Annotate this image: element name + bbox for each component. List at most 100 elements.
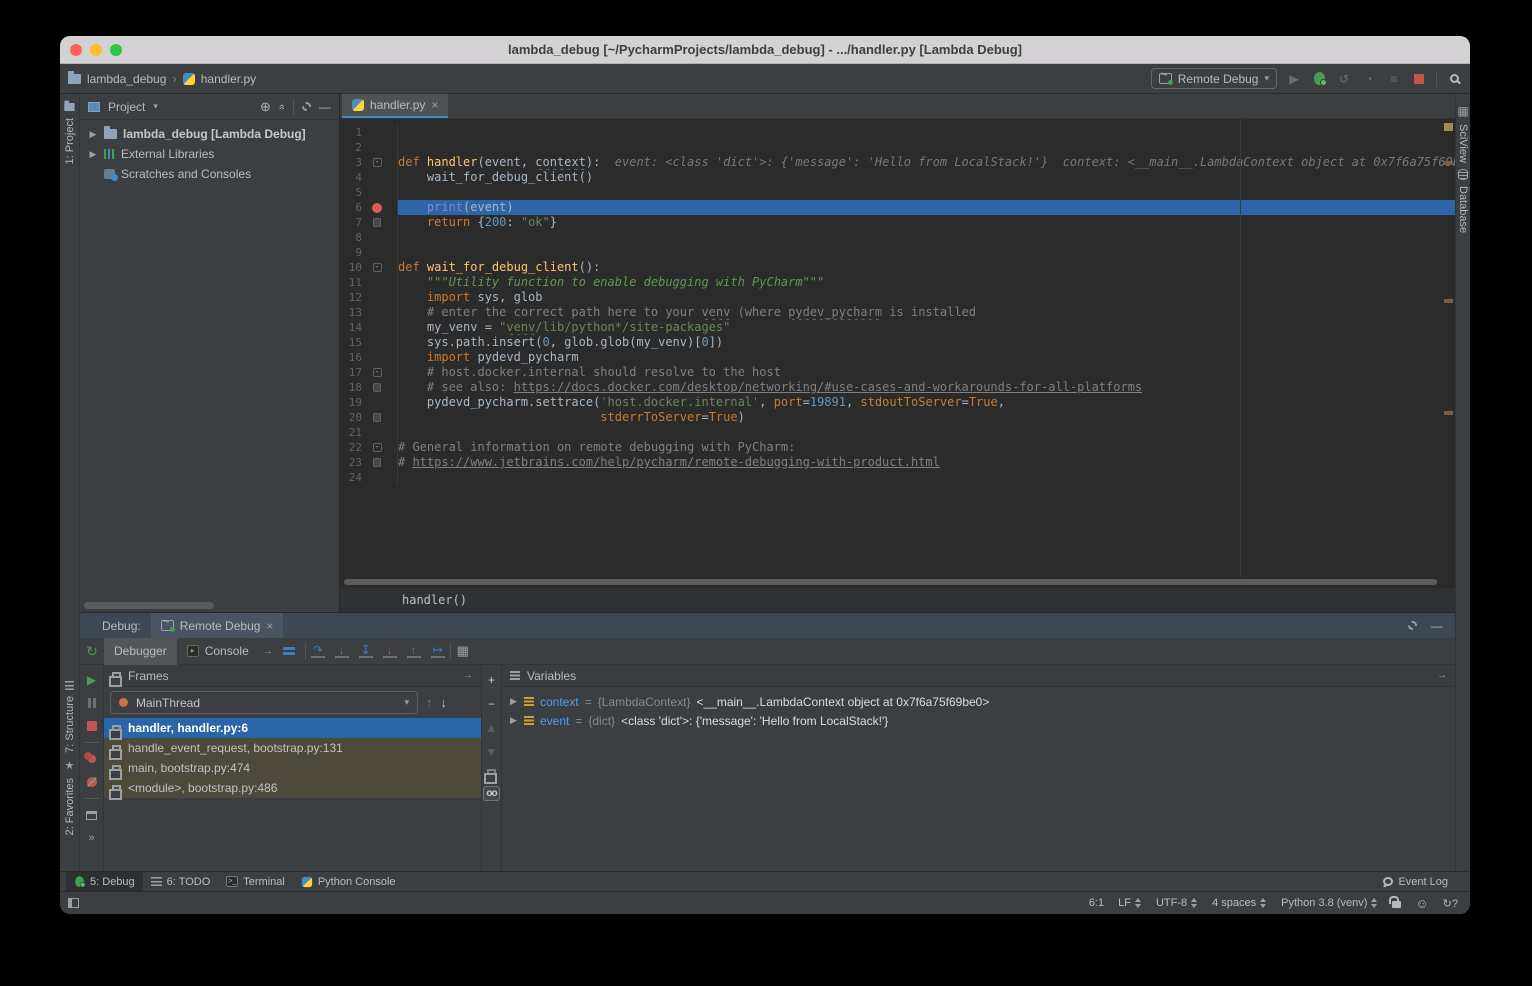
move-up-button[interactable]: ▲ — [486, 721, 498, 735]
open-console-mini-icon[interactable]: → — [263, 646, 273, 657]
code-area[interactable]: 123-def handler(event, context): event: … — [340, 119, 1455, 577]
toolwindow-button-terminal[interactable]: >_Terminal — [218, 872, 293, 892]
gutter-line-17[interactable]: 17- — [340, 365, 398, 380]
fold-open-icon[interactable]: - — [373, 443, 382, 452]
gutter-line-21[interactable]: 21 — [340, 425, 398, 440]
project-panel-title[interactable]: Project — [108, 100, 145, 114]
step-into-my-code-icon[interactable]: ↓ — [383, 644, 397, 658]
gutter-line-18[interactable]: 18 — [340, 380, 398, 395]
expand-chevron-icon[interactable]: ▶ — [510, 696, 518, 707]
variable-row-0[interactable]: ▶context={LambdaContext}<__main__.Lambda… — [502, 692, 1455, 711]
step-into-icon[interactable]: ↓ — [335, 644, 349, 658]
gutter-line-24[interactable]: 24 — [340, 470, 398, 485]
search-everywhere-button[interactable] — [1446, 71, 1462, 87]
debug-session-tab[interactable]: Remote Debug × — [151, 613, 284, 638]
fold-open-icon[interactable]: - — [373, 263, 382, 272]
run-configuration-select[interactable]: Remote Debug ▾ — [1151, 68, 1277, 89]
toggle-tool-windows-button[interactable] — [68, 898, 79, 908]
debug-tab-debugger[interactable]: Debugger — [104, 638, 177, 665]
tree-chevron-icon[interactable]: ▶ — [88, 129, 98, 140]
pause-button[interactable] — [84, 696, 100, 710]
view-breakpoints-grid-button[interactable]: ▦ — [456, 645, 470, 657]
status-item-4[interactable]: Python 3.8 (venv) — [1281, 897, 1378, 909]
tree-chevron-icon[interactable]: ▶ — [88, 149, 98, 160]
tool-stripe-favorites[interactable]: ★ 2: Favorites — [64, 759, 76, 841]
lock-button[interactable] — [1392, 896, 1401, 911]
fold-marker-icon[interactable] — [373, 383, 381, 392]
step-over-icon[interactable]: ↷ — [311, 644, 325, 658]
run-with-button[interactable]: ≡ — [1386, 71, 1402, 87]
frame-row-1[interactable]: handle_event_request, bootstrap.py:131 — [104, 738, 481, 758]
status-item-1[interactable]: LF — [1118, 897, 1142, 909]
editor-hscrollbar-thumb[interactable] — [344, 579, 1437, 585]
project-tree-item-2[interactable]: Scratches and Consoles — [80, 164, 339, 184]
tool-stripe-database[interactable]: Database — [1457, 169, 1469, 239]
gear-icon[interactable] — [1408, 621, 1417, 630]
gutter-line-10[interactable]: 10- — [340, 260, 398, 275]
project-tree-item-0[interactable]: ▶lambda_debug [Lambda Debug] — [80, 124, 339, 144]
inspections-highlighting-button[interactable]: ☺ — [1415, 896, 1428, 911]
gutter-marker[interactable] — [362, 203, 392, 213]
error-stripe-mark[interactable] — [1444, 299, 1453, 303]
profiler-button[interactable]: ◔ — [1361, 71, 1377, 87]
add-watch-button[interactable]: + — [488, 673, 495, 687]
more-actions-button[interactable]: » — [84, 831, 100, 845]
gutter-line-13[interactable]: 13 — [340, 305, 398, 320]
debug-tab-console[interactable]: ▸Console — [177, 638, 259, 665]
run-to-cursor-icon[interactable]: ↦ — [431, 644, 445, 658]
previous-frame-button[interactable]: ↑ — [426, 695, 433, 710]
breadcrumb-project[interactable]: lambda_debug — [87, 72, 166, 86]
rerun-button[interactable]: ↻ — [80, 643, 104, 660]
move-down-button[interactable]: ▼ — [486, 745, 498, 759]
gutter-line-15[interactable]: 15 — [340, 335, 398, 350]
mute-breakpoints-button[interactable] — [84, 775, 100, 789]
editor-breadcrumb-scope[interactable]: handler() — [402, 593, 467, 607]
gutter-line-8[interactable]: 8 — [340, 230, 398, 245]
status-item-3[interactable]: 4 spaces — [1212, 897, 1267, 909]
tool-stripe-sciview[interactable]: ▦ SciView — [1457, 104, 1469, 169]
status-item-2[interactable]: UTF-8 — [1156, 897, 1198, 909]
locate-file-button[interactable]: ⊕ — [260, 99, 271, 115]
mini-open-icon[interactable]: → — [1437, 670, 1447, 681]
gutter-line-23[interactable]: 23 — [340, 455, 398, 470]
gutter-line-9[interactable]: 9 — [340, 245, 398, 260]
mini-open-icon[interactable]: → — [463, 670, 473, 681]
hide-panel-button[interactable]: — — [319, 100, 331, 114]
breakpoint-icon[interactable] — [372, 203, 382, 213]
resume-button[interactable]: ▶ — [84, 673, 100, 687]
close-icon[interactable]: × — [266, 619, 273, 633]
stop-button[interactable] — [1411, 71, 1427, 87]
variable-row-1[interactable]: ▶event={dict}<class 'dict'>: {'message':… — [502, 711, 1455, 730]
error-stripe-mark[interactable] — [1444, 161, 1453, 165]
toolwindow-button-python-console[interactable]: Python Console — [293, 872, 404, 892]
gutter-line-22[interactable]: 22- — [340, 440, 398, 455]
fold-open-icon[interactable]: - — [373, 368, 382, 377]
next-frame-button[interactable]: ↓ — [441, 695, 448, 710]
fold-marker-icon[interactable] — [373, 218, 381, 227]
step-out-icon[interactable]: ↑ — [407, 644, 421, 658]
tool-stripe-structure[interactable]: 7: Structure — [64, 681, 76, 759]
error-stripe-mark[interactable] — [1444, 411, 1453, 415]
toolwindow-button-6-todo[interactable]: 6: TODO — [143, 872, 219, 892]
gutter-line-4[interactable]: 4 — [340, 170, 398, 185]
gutter-line-20[interactable]: 20 — [340, 410, 398, 425]
force-step-into-icon[interactable]: ↧ — [359, 644, 373, 658]
gear-icon[interactable] — [302, 102, 311, 111]
gutter-line-5[interactable]: 5 — [340, 185, 398, 200]
gutter-line-19[interactable]: 19 — [340, 395, 398, 410]
tool-stripe-project[interactable]: 1: Project — [63, 102, 76, 170]
frame-row-3[interactable]: <module>, bootstrap.py:486 — [104, 778, 481, 798]
gutter-line-7[interactable]: 7 — [340, 215, 398, 230]
status-item-0[interactable]: 6:1 — [1089, 897, 1104, 909]
run-button[interactable]: ▶ — [1286, 71, 1302, 87]
collapse-all-button[interactable]: » — [276, 103, 288, 109]
gutter-line-6[interactable]: 6 — [340, 200, 398, 215]
project-tree-item-1[interactable]: ▶External Libraries — [80, 144, 339, 164]
editor-tab-handler[interactable]: handler.py × — [342, 94, 448, 118]
event-log-button[interactable]: Event Log — [1375, 872, 1456, 892]
show-watches-button[interactable]: oo — [483, 786, 499, 801]
gutter-line-14[interactable]: 14 — [340, 320, 398, 335]
gutter-line-2[interactable]: 2 — [340, 140, 398, 155]
show-execution-point-button[interactable] — [283, 647, 295, 655]
stop-debug-button[interactable] — [84, 719, 100, 733]
